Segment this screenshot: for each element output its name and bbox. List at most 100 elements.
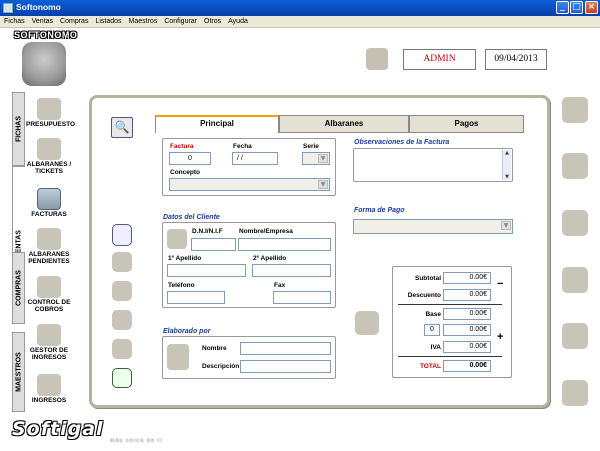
right-action-2-icon[interactable] (562, 153, 588, 179)
dni-field[interactable] (191, 238, 236, 251)
totals-divider-2 (398, 356, 502, 357)
albaranes-pendientes-button[interactable]: ALBARANES PENDIENTES (26, 228, 72, 265)
right-action-1-icon[interactable] (562, 97, 588, 123)
subtotal-value: 0.00€ (443, 272, 491, 284)
tab-fichas-label: FICHAS (15, 115, 22, 143)
search-button[interactable]: 🔍 (111, 117, 133, 138)
close-button[interactable]: × (585, 1, 598, 14)
fax-field[interactable] (273, 291, 331, 304)
title-bar: Softonomo _ □ × (0, 0, 600, 16)
presupuesto-button[interactable]: PRESUPUESTO (26, 98, 76, 128)
control-cobros-icon (37, 276, 61, 298)
scroll-down-icon[interactable]: ▼ (503, 174, 511, 180)
new-document-icon[interactable] (112, 224, 132, 246)
maximize-button[interactable]: □ (570, 1, 583, 14)
ingresos-icon (37, 374, 61, 396)
descuento-label: Descuento (407, 292, 441, 299)
forma-pago-select[interactable]: ▼ (353, 219, 513, 234)
iva-value: 0.00€ (443, 341, 491, 353)
right-action-6-icon[interactable] (562, 380, 588, 406)
iva-label: IVA (430, 344, 441, 351)
observaciones-scrollbar[interactable]: ▲ ▼ (502, 150, 511, 180)
tab-compras[interactable]: COMPRAS (12, 252, 25, 324)
apellido2-field[interactable] (252, 264, 331, 277)
menu-ventas[interactable]: Ventas (28, 17, 56, 25)
menu-maestros[interactable]: Maestros (125, 17, 161, 25)
right-action-5-icon[interactable] (562, 323, 588, 349)
right-action-4-icon[interactable] (562, 267, 588, 293)
albaranes-icon (37, 138, 61, 160)
telefono-field[interactable] (167, 291, 225, 304)
total-row: TOTAL 0.00€ (395, 360, 505, 373)
apellido2-label: 2º Apellido (253, 255, 287, 262)
ingresos-button[interactable]: INGRESOS (26, 374, 72, 404)
cliente-title: Datos del Cliente (163, 214, 220, 221)
tab-albaranes[interactable]: Albaranes (279, 115, 409, 133)
scroll-up-icon[interactable]: ▲ (503, 150, 511, 156)
employee-icon[interactable] (167, 344, 189, 370)
chevron-down-icon: ▼ (501, 221, 511, 230)
presupuesto-label: PRESUPUESTO (26, 121, 76, 128)
tab-pagos[interactable]: Pagos (409, 115, 524, 133)
facturas-button[interactable]: FACTURAS (26, 188, 72, 218)
apellido1-label: 1º Apellido (168, 255, 202, 262)
current-date: 09/04/2013 (485, 49, 547, 70)
concepto-label: Concepto (170, 169, 200, 176)
menu-otros[interactable]: Otros (200, 17, 224, 25)
concepto-select[interactable]: ▼ (169, 178, 330, 191)
facturas-label: FACTURAS (31, 211, 67, 218)
menu-fichas[interactable]: Fichas (0, 17, 28, 25)
minus-sign: − (497, 278, 504, 290)
calculate-icon[interactable] (355, 311, 379, 335)
toolbar-button-3-icon[interactable] (112, 281, 132, 301)
albaranes-pendientes-icon (37, 228, 61, 250)
tab-maestros-label: MAESTROS (15, 352, 22, 392)
toolbar-button-5-icon[interactable] (112, 339, 132, 359)
gestor-ingresos-button[interactable]: GESTOR DE INGRESOS (26, 324, 72, 361)
forma-pago-title: Forma de Pago (354, 207, 405, 214)
factura-label: Factura (170, 143, 194, 150)
user-icon[interactable] (366, 48, 388, 70)
app-logo-text: SOFTONOMO (14, 30, 78, 40)
menu-compras[interactable]: Compras (56, 17, 91, 25)
serie-select[interactable]: ▼ (302, 152, 330, 165)
app-icon (3, 3, 13, 13)
control-cobros-button[interactable]: CONTROL DE COBROS (26, 276, 72, 313)
client-lookup-icon[interactable] (167, 229, 187, 249)
exit-runner-icon[interactable] (112, 368, 132, 388)
observaciones-textarea[interactable]: ▲ ▼ (353, 148, 513, 182)
observaciones-title: Observaciones de la Factura (354, 139, 450, 146)
menu-bar: Fichas Ventas Compras Listados Maestros Confi… (0, 16, 600, 28)
subtotal-label: Subtotal (415, 275, 441, 282)
fax-label: Fax (274, 282, 286, 289)
toolbar-button-2-icon[interactable] (112, 252, 132, 272)
tab-strip: Principal Albaranes Pagos (155, 115, 524, 133)
iva-pct-row: 0.00€ (395, 324, 505, 337)
tab-maestros[interactable]: MAESTROS (12, 332, 25, 412)
menu-ayuda[interactable]: Ayuda (224, 17, 251, 25)
footer-brand-logo: Softigal (12, 418, 104, 440)
factura-number-field[interactable]: 0 (169, 152, 211, 165)
base-value: 0.00€ (443, 308, 491, 320)
menu-listados[interactable]: Listados (91, 17, 124, 25)
chevron-down-icon: ▼ (318, 180, 328, 189)
iva-pct-amount: 0.00€ (443, 324, 491, 336)
menu-configurar[interactable]: Configurar (160, 17, 200, 25)
nombre-empresa-field[interactable] (238, 238, 331, 251)
elaborado-nombre-field[interactable] (240, 342, 331, 355)
descuento-value[interactable]: 0.00€ (443, 289, 491, 301)
toolbar-button-4-icon[interactable] (112, 310, 132, 330)
minimize-button[interactable]: _ (556, 1, 569, 14)
fecha-field[interactable]: / / (232, 152, 278, 165)
apellido1-field[interactable] (167, 264, 246, 277)
current-user: ADMIN (403, 49, 476, 70)
albaranes-tickets-button[interactable]: ALBARANES / TICKETS (26, 138, 72, 175)
telefono-label: Teléfono (168, 282, 195, 289)
total-label: TOTAL (419, 363, 441, 370)
tab-principal[interactable]: Principal (155, 115, 279, 133)
elaborado-descripcion-field[interactable] (240, 360, 331, 373)
albaranes-pendientes-label: ALBARANES PENDIENTES (28, 251, 70, 265)
serie-label: Serie (303, 143, 319, 150)
tab-fichas[interactable]: FICHAS (12, 92, 25, 166)
right-action-3-icon[interactable] (562, 210, 588, 236)
